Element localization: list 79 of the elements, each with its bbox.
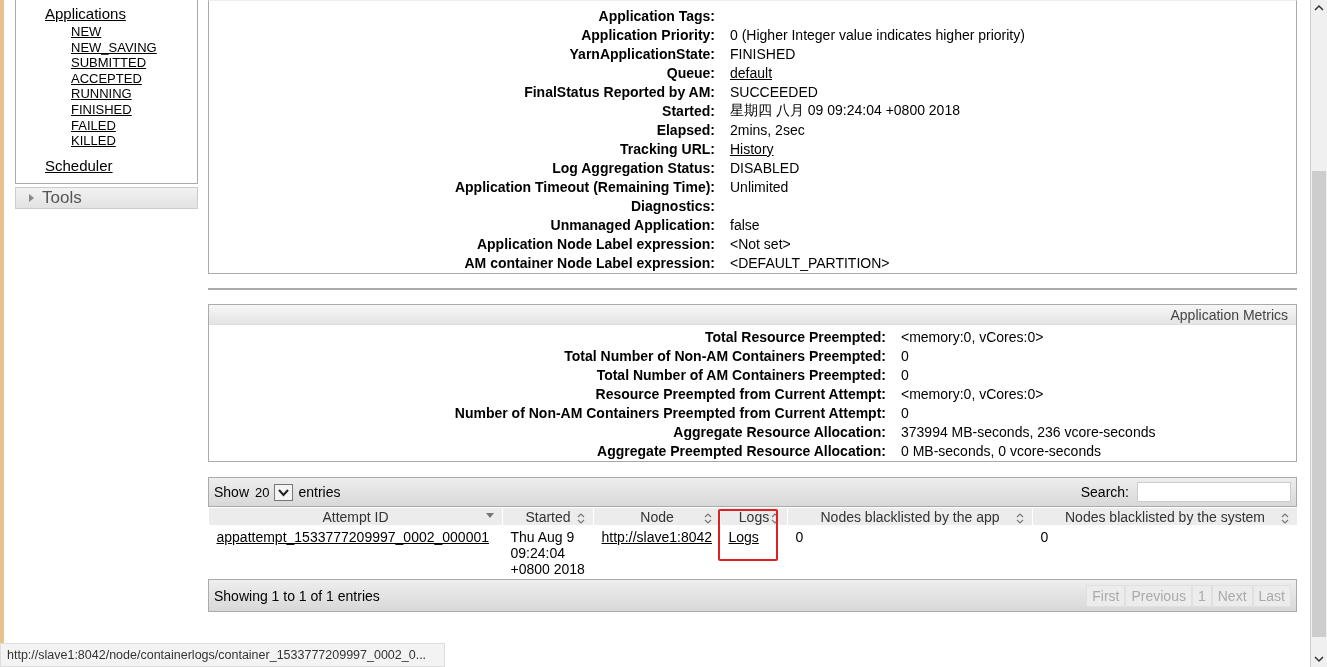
field-value: false — [730, 216, 760, 233]
sort-icon — [577, 513, 585, 524]
entries-info: Showing 1 to 1 of 1 entries — [214, 587, 380, 604]
field-label: Unmanaged Application: — [549, 216, 715, 233]
metric-label: Aggregate Resource Allocation: — [672, 423, 886, 440]
metric-label: Total Resource Preempted: — [704, 328, 886, 345]
field-label: Application Priority: — [580, 26, 715, 43]
state-link[interactable]: FINISHED — [71, 101, 132, 118]
field-label: Log Aggregation Status: — [551, 159, 715, 176]
dropdown-icon — [273, 483, 293, 501]
page-size-select[interactable]: 20 — [255, 483, 293, 501]
entries-label: entries — [298, 484, 341, 500]
column-header[interactable]: Nodes blacklisted by the app — [787, 507, 1033, 526]
metric-value: 0 — [901, 404, 909, 421]
state-link[interactable]: SUBMITTED — [71, 55, 147, 71]
state-link[interactable]: NEW_SAVING — [71, 39, 157, 56]
table-cell: 0 — [795, 529, 804, 545]
sort-icon — [1281, 513, 1289, 524]
state-link[interactable]: NEW — [71, 24, 102, 40]
metric-value: 0 — [901, 366, 909, 383]
state-link[interactable]: FAILED — [71, 117, 116, 134]
field-label: Tracking URL: — [619, 140, 715, 157]
sort-down-icon — [486, 513, 494, 518]
state-link[interactable]: ACCEPTED — [71, 70, 142, 87]
field-label: YarnApplicationState: — [568, 45, 715, 62]
show-label: Show — [214, 484, 250, 500]
metric-value: 0 — [901, 347, 909, 364]
status-url-tooltip: http://slave1:8042/node/containerlogs/container_1533777209997_0002_0... — [0, 643, 445, 667]
column-header[interactable]: Attempt ID — [208, 507, 503, 526]
field-label: Elapsed: — [655, 121, 715, 138]
cell-link[interactable]: Logs — [728, 529, 759, 545]
field-value: 0 (Higher Integer value indicates higher priority) — [730, 26, 1025, 43]
cell-link[interactable]: appattempt_1533777209997_0002_000001 — [216, 529, 489, 545]
field-value: 2mins, 2sec — [730, 121, 805, 138]
tools-label: Tools — [42, 187, 82, 208]
metric-label: Total Number of AM Containers Preempted: — [595, 366, 886, 383]
metric-value: <memory:0, vCores:0> — [901, 385, 1044, 402]
cell-link[interactable]: http://slave1:8042 — [601, 529, 713, 545]
sort-icon — [771, 513, 779, 524]
search-label: Search: — [1080, 484, 1129, 500]
field-value: SUCCEEDED — [730, 83, 818, 100]
field-label: Application Node Label expression: — [475, 235, 715, 252]
column-header[interactable]: Nodes blacklisted by the system — [1032, 507, 1298, 526]
field-label: Diagnostics: — [630, 197, 715, 214]
metric-label: Resource Preempted from Current Attempt: — [594, 385, 886, 402]
field-label: Application Tags: — [597, 7, 715, 24]
scrollbar[interactable] — [1310, 0, 1327, 667]
sort-icon — [1016, 513, 1024, 524]
state-link[interactable]: KILLED — [71, 133, 116, 149]
metric-label: Number of Non-AM Containers Preempted from Current Attempt: — [453, 404, 886, 421]
search-field[interactable] — [1137, 482, 1291, 502]
scheduler-link[interactable]: Scheduler — [45, 156, 197, 175]
metric-label: Aggregate Preempted Resource Allocation: — [596, 442, 886, 459]
value-link[interactable]: History — [730, 140, 774, 157]
table-cell: Thu Aug 9 09:24:04 +0800 2018 — [510, 529, 585, 577]
metric-label: Total Number of Non-AM Containers Preempted: — [563, 347, 886, 364]
metrics-header: Application Metrics — [209, 305, 1296, 325]
column-header[interactable]: Node — [593, 507, 721, 526]
metric-value: 373994 MB-seconds, 236 vcore-seconds — [901, 423, 1156, 440]
value-link[interactable]: default — [730, 64, 773, 81]
state-link[interactable]: RUNNING — [71, 86, 132, 102]
field-value: Unlimited — [730, 178, 789, 195]
field-label: Started: — [661, 102, 715, 119]
field-value: <DEFAULT_PARTITION> — [730, 254, 890, 271]
metric-value: <memory:0, vCores:0> — [901, 328, 1044, 345]
sort-icon — [704, 513, 712, 524]
column-header[interactable]: Started — [502, 507, 594, 526]
tools-header[interactable]: Tools — [15, 186, 198, 209]
applications-link[interactable]: Applications — [45, 5, 197, 23]
metric-value: 0 MB-seconds, 0 vcore-seconds — [901, 442, 1101, 459]
field-value: DISABLED — [730, 159, 800, 176]
field-label: AM container Node Label expression: — [463, 254, 715, 271]
field-label: Application Timeout (Remaining Time): — [453, 178, 715, 195]
field-label: FinalStatus Reported by AM: — [523, 83, 715, 100]
field-value: FINISHED — [730, 45, 796, 62]
field-label: Queue: — [665, 64, 715, 81]
field-value: 星期四 八月 09 09:24:04 +0800 2018 — [730, 101, 960, 120]
table-cell: 0 — [1040, 529, 1049, 545]
field-value: <Not set> — [730, 235, 791, 252]
